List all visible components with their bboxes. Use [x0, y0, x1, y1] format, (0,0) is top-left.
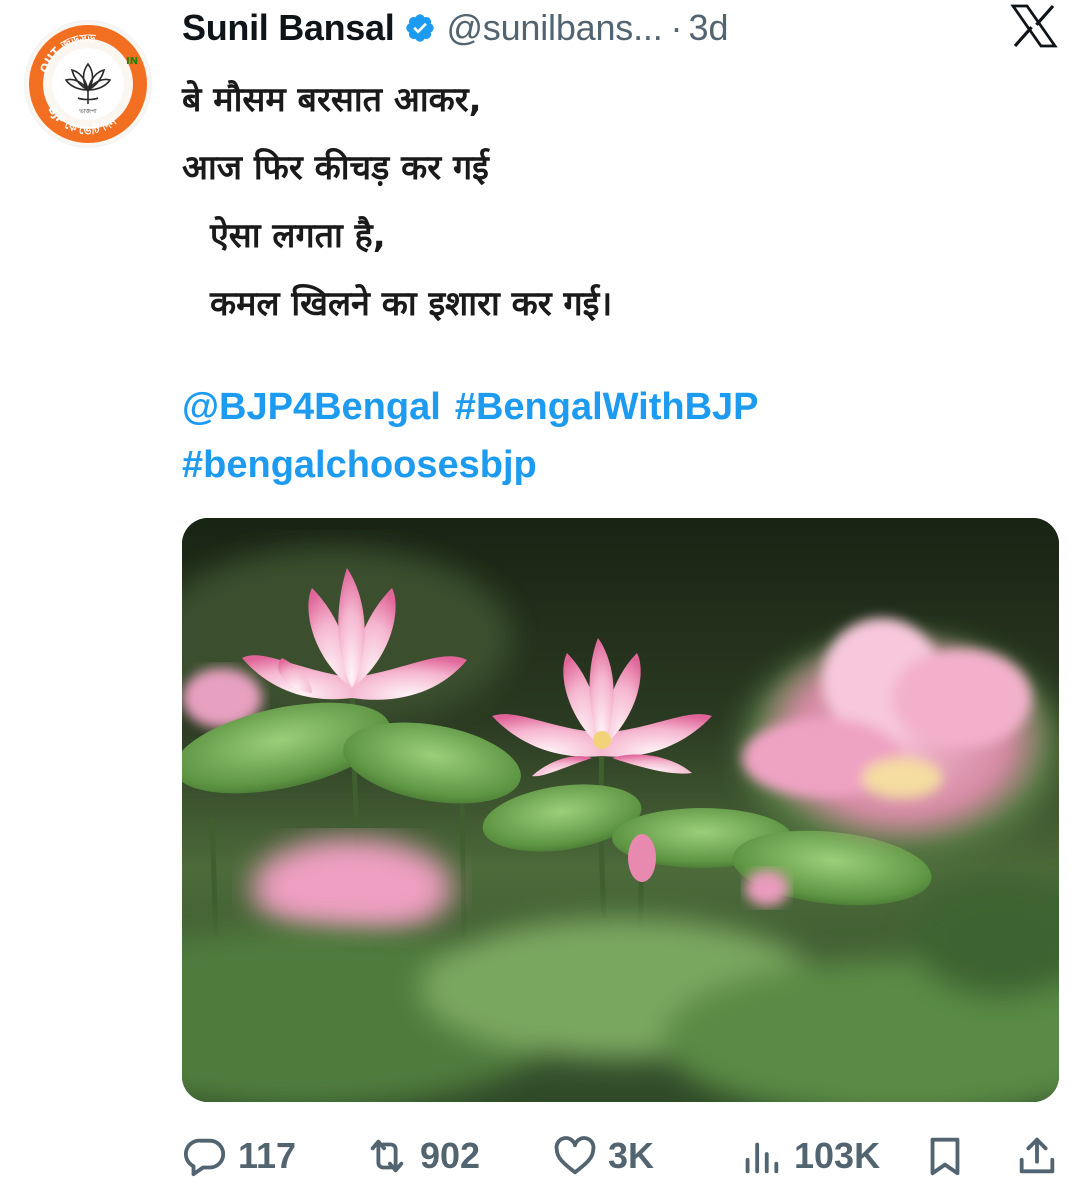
tweet-actions: 117 902 3K 103K	[182, 1126, 1062, 1186]
repost-icon	[370, 1139, 404, 1173]
heart-icon	[554, 1136, 596, 1175]
tweet-tags: @BJP4Bengal #BengalWithBJP #bengalchooses…	[182, 378, 1042, 494]
repost-button[interactable]: 902	[364, 1126, 480, 1186]
separator-dot: ·	[670, 7, 683, 48]
bookmark-icon	[930, 1137, 960, 1176]
tweet-image[interactable]	[182, 518, 1059, 1102]
tweet-line-1: बे मौसम बरसात आकर,	[182, 80, 482, 120]
avatar-right-text: IN	[126, 56, 138, 67]
mention-link[interactable]: @BJP4Bengal	[182, 386, 441, 428]
share-icon	[1019, 1137, 1055, 1174]
like-count: 3K	[608, 1135, 655, 1176]
reply-count: 117	[238, 1135, 297, 1176]
tweet-line-2: आज फिर कीचड़ कर गई	[182, 148, 489, 188]
like-button[interactable]: 3K	[552, 1126, 654, 1186]
verified-badge-icon	[404, 12, 436, 44]
avatar[interactable]: OUT জড়সড় BJP কে ভোট দিন IN ভাজপা	[24, 20, 152, 148]
views-button[interactable]: 103K	[738, 1126, 880, 1186]
lotus-photo	[182, 518, 1059, 1102]
user-handle[interactable]: @sunilbans...	[446, 7, 662, 49]
reply-button[interactable]: 117	[182, 1126, 296, 1186]
display-name[interactable]: Sunil Bansal	[182, 7, 395, 49]
timestamp[interactable]: 3d	[689, 7, 729, 49]
avatar-center-text: ভাজপা	[78, 108, 97, 115]
tweet-header: Sunil Bansal @sunilbans... · 3d	[182, 2, 729, 54]
share-button[interactable]	[1014, 1126, 1060, 1186]
tweet-line-4: कमल खिलने का इशारा कर गई।	[210, 284, 613, 324]
reply-icon	[183, 1138, 226, 1177]
x-logo-icon[interactable]	[1010, 4, 1058, 48]
views-bar-icon	[745, 1142, 779, 1174]
bjp-logo-avatar: OUT জড়সড় BJP কে ভোট দিন IN ভাজপা	[26, 22, 150, 146]
views-count: 103K	[794, 1135, 881, 1176]
hashtag-link[interactable]: #BengalWithBJP	[455, 386, 759, 428]
bookmark-button[interactable]	[922, 1126, 968, 1186]
tweet-line-3: ऐसा लगता है,	[210, 216, 386, 256]
tweet-body: बे मौसम बरसात आकर, आज फिर कीचड़ कर गई ऐस…	[182, 66, 1042, 338]
repost-count: 902	[420, 1135, 481, 1176]
hashtag-link[interactable]: #bengalchoosesbjp	[182, 444, 537, 486]
